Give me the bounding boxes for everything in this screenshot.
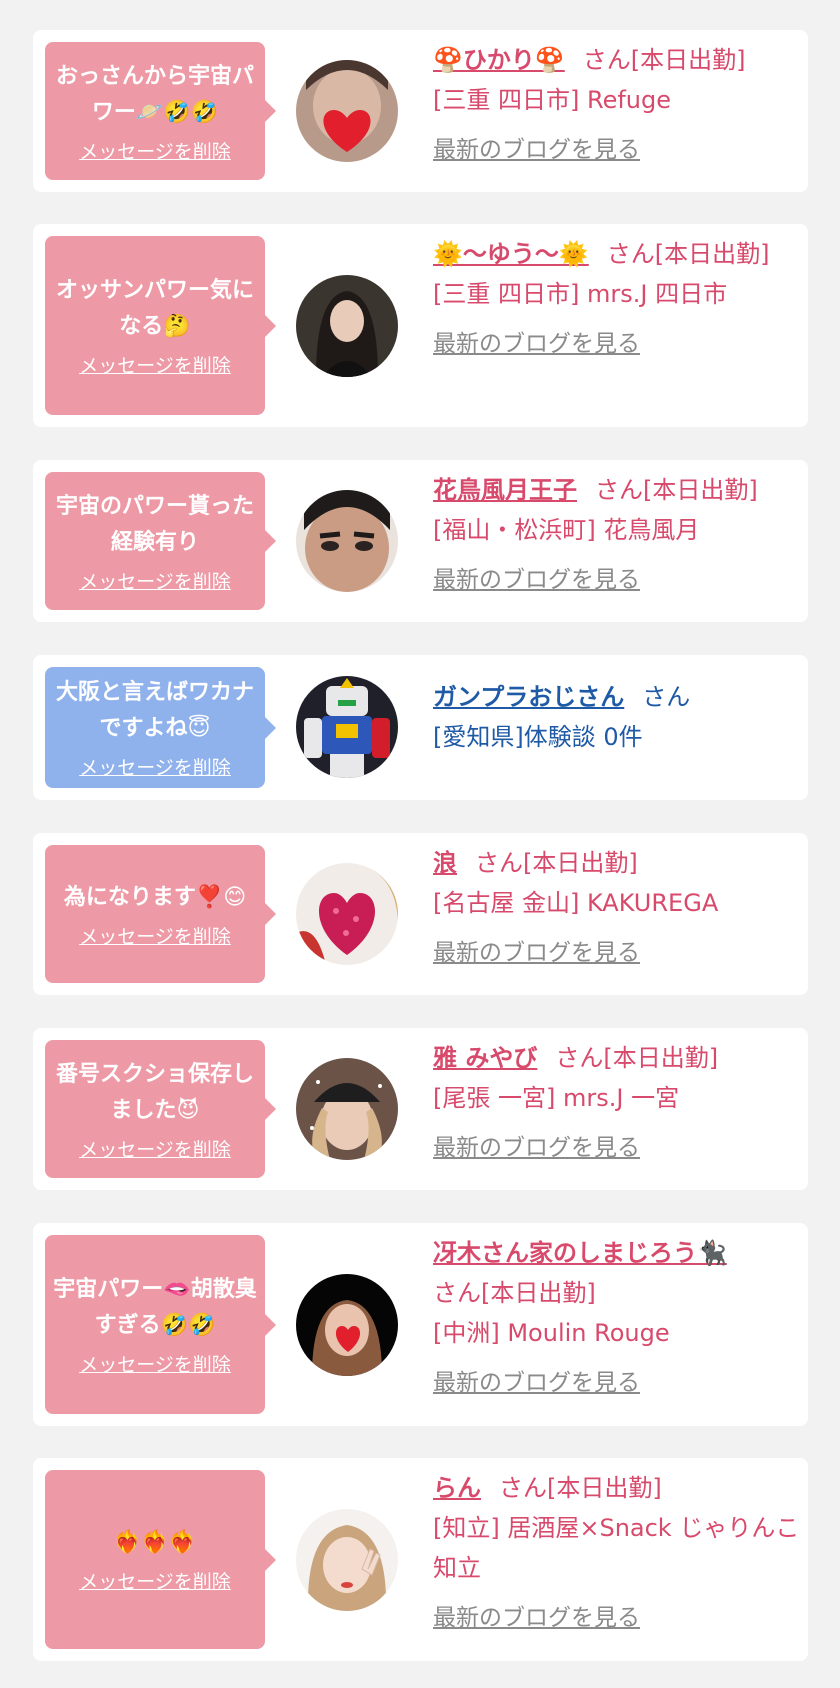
shop-info: [愛知県]体験談 0件 [433, 723, 643, 751]
message-text: 為になります❣️😊 [63, 884, 247, 910]
cast-name-link[interactable]: 浪 [433, 849, 457, 877]
latest-blog-link[interactable]: 最新のブログを見る [433, 933, 640, 967]
latest-blog-link[interactable]: 最新のブログを見る [433, 1598, 640, 1632]
avatar[interactable] [296, 1509, 398, 1611]
avatar[interactable] [296, 275, 398, 377]
cast-name-link[interactable]: 🍄ひかり🍄 [433, 46, 565, 74]
message-card: 宇宙のパワー貰った経験有り メッセージを削除 花鳥風月王子 さん[本日出勤] [福… [33, 460, 808, 622]
message-card: ❤️‍🔥❤️‍🔥❤️‍🔥 メッセージを削除 らん さん[本日出勤] [知立] 居酒… [33, 1458, 808, 1661]
woman-cap-avatar-icon [296, 1058, 398, 1160]
message-bubble: 為になります❣️😊 メッセージを削除 [45, 845, 276, 983]
message-bubble: オッサンパワー気になる🤔 メッセージを削除 [45, 236, 276, 415]
shop-info: [尾張 一宮] mrs.J 一宮 [433, 1084, 680, 1112]
avatar[interactable] [296, 863, 398, 965]
avatar[interactable] [296, 1058, 398, 1160]
cast-status: さん [642, 683, 691, 711]
cast-status: さん[本日出勤] [475, 849, 638, 877]
message-text: おっさんから宇宙パワー🪐🤣🤣 [55, 63, 254, 125]
robot-model-avatar-icon [296, 676, 398, 778]
message-bubble: 宇宙のパワー貰った経験有り メッセージを削除 [45, 472, 276, 610]
message-card: 大阪と言えばワカナですよね😇 メッセージを削除 ガンプラおじさん さん [愛知県]… [33, 655, 808, 800]
heart-covered-face-avatar-icon [296, 1274, 398, 1376]
message-bubble: ❤️‍🔥❤️‍🔥❤️‍🔥 メッセージを削除 [45, 1470, 276, 1649]
latest-blog-link[interactable]: 最新のブログを見る [433, 130, 640, 164]
cast-status: さん[本日出勤] [606, 240, 770, 268]
cast-name-link[interactable]: 花鳥風月王子 [433, 476, 577, 504]
delete-message-link[interactable]: メッセージを削除 [79, 1135, 231, 1162]
cast-info: ガンプラおじさん さん [愛知県]体験談 0件 [433, 677, 813, 757]
cast-info: 🍄ひかり🍄 さん[本日出勤] [三重 四日市] Refuge 最新のブログを見る [433, 40, 813, 164]
cast-name-link[interactable]: 🌞〜ゆう〜🌞 [433, 240, 589, 268]
latest-blog-link[interactable]: 最新のブログを見る [433, 1128, 640, 1162]
shop-info: [福山・松浜町] 花鳥風月 [433, 516, 700, 544]
glitter-heart-avatar-icon [296, 863, 398, 965]
message-bubble: おっさんから宇宙パワー🪐🤣🤣 メッセージを削除 [45, 42, 276, 180]
cast-status: さん[本日出勤] [499, 1474, 662, 1502]
message-card: 番号スクショ保存しました😈 メッセージを削除 雅 みやび さん[本日出勤] [尾張… [33, 1028, 808, 1190]
avatar[interactable] [296, 60, 398, 162]
cast-info: 🌞〜ゆう〜🌞 さん[本日出勤] [三重 四日市] mrs.J 四日市 最新のブログ… [433, 234, 813, 358]
cast-info: 浪さん[本日出勤] [名古屋 金山] KAKUREGA 最新のブログを見る [433, 843, 813, 967]
shop-info: [三重 四日市] Refuge [433, 86, 672, 114]
message-list: おっさんから宇宙パワー🪐🤣🤣 メッセージを削除 🍄ひかり🍄 さん[本日出勤] [三… [0, 0, 840, 1688]
cast-name-link[interactable]: ガンプラおじさん [433, 683, 624, 711]
message-card: 為になります❣️😊 メッセージを削除 浪さん[本日出勤] [名古屋 金山] KA… [33, 833, 808, 995]
cast-info: 雅 みやび さん[本日出勤] [尾張 一宮] mrs.J 一宮 最新のブログを見る [433, 1038, 813, 1162]
message-bubble: 番号スクショ保存しました😈 メッセージを削除 [45, 1040, 276, 1178]
woman-peace-sign-avatar-icon [296, 1509, 398, 1611]
cast-info: 冴木さん家のしまじろう🐈‍⬛ さん[本日出勤] [中洲] Moulin Rouge… [433, 1233, 813, 1397]
cast-status: さん[本日出勤] [555, 1044, 719, 1072]
message-card: 宇宙パワー🫦胡散臭すぎる🤣🤣 メッセージを削除 冴木さん家のしまじろう🐈‍⬛ さん… [33, 1223, 808, 1426]
cast-info: らん さん[本日出勤] [知立] 居酒屋×Snack じゃりんこ知立 最新のブログ… [433, 1468, 813, 1632]
latest-blog-link[interactable]: 最新のブログを見る [433, 324, 640, 358]
cast-info: 花鳥風月王子 さん[本日出勤] [福山・松浜町] 花鳥風月 最新のブログを見る [433, 470, 813, 594]
message-bubble: 大阪と言えばワカナですよね😇 メッセージを削除 [45, 667, 276, 788]
cast-status: さん[本日出勤] [433, 1279, 596, 1307]
latest-blog-link[interactable]: 最新のブログを見る [433, 560, 640, 594]
delete-message-link[interactable]: メッセージを削除 [79, 753, 231, 780]
avatar[interactable] [296, 1274, 398, 1376]
delete-message-link[interactable]: メッセージを削除 [79, 351, 231, 378]
delete-message-link[interactable]: メッセージを削除 [79, 922, 231, 949]
message-text: 大阪と言えばワカナですよね😇 [55, 680, 254, 741]
message-text: オッサンパワー気になる🤔 [55, 278, 254, 339]
shop-info: [知立] 居酒屋×Snack じゃりんこ知立 [433, 1514, 800, 1582]
heart-covered-face-avatar-icon [296, 60, 398, 162]
message-bubble: 宇宙パワー🫦胡散臭すぎる🤣🤣 メッセージを削除 [45, 1235, 276, 1414]
cast-status: さん[本日出勤] [595, 476, 758, 504]
message-text: 宇宙のパワー貰った経験有り [55, 493, 254, 555]
message-card: おっさんから宇宙パワー🪐🤣🤣 メッセージを削除 🍄ひかり🍄 さん[本日出勤] [三… [33, 30, 808, 192]
woman-portrait-avatar-icon [296, 275, 398, 377]
man-face-avatar-icon [296, 490, 398, 592]
shop-info: [三重 四日市] mrs.J 四日市 [433, 280, 728, 308]
avatar[interactable] [296, 676, 398, 778]
shop-info: [中洲] Moulin Rouge [433, 1319, 670, 1347]
cast-name-link[interactable]: らん [433, 1474, 481, 1502]
message-text: ❤️‍🔥❤️‍🔥❤️‍🔥 [113, 1530, 197, 1555]
message-text: 番号スクショ保存しました😈 [55, 1061, 254, 1123]
message-text: 宇宙パワー🫦胡散臭すぎる🤣🤣 [53, 1277, 257, 1338]
delete-message-link[interactable]: メッセージを削除 [79, 1567, 231, 1594]
delete-message-link[interactable]: メッセージを削除 [79, 137, 231, 164]
shop-info: [名古屋 金山] KAKUREGA [433, 889, 719, 917]
delete-message-link[interactable]: メッセージを削除 [79, 567, 231, 594]
delete-message-link[interactable]: メッセージを削除 [79, 1350, 231, 1377]
avatar[interactable] [296, 490, 398, 592]
cast-name-link[interactable]: 冴木さん家のしまじろう🐈‍⬛ [433, 1239, 727, 1267]
latest-blog-link[interactable]: 最新のブログを見る [433, 1363, 640, 1397]
message-card: オッサンパワー気になる🤔 メッセージを削除 🌞〜ゆう〜🌞 さん[本日出勤] [三重… [33, 224, 808, 427]
cast-status: さん[本日出勤] [582, 46, 746, 74]
cast-name-link[interactable]: 雅 みやび [433, 1044, 537, 1072]
